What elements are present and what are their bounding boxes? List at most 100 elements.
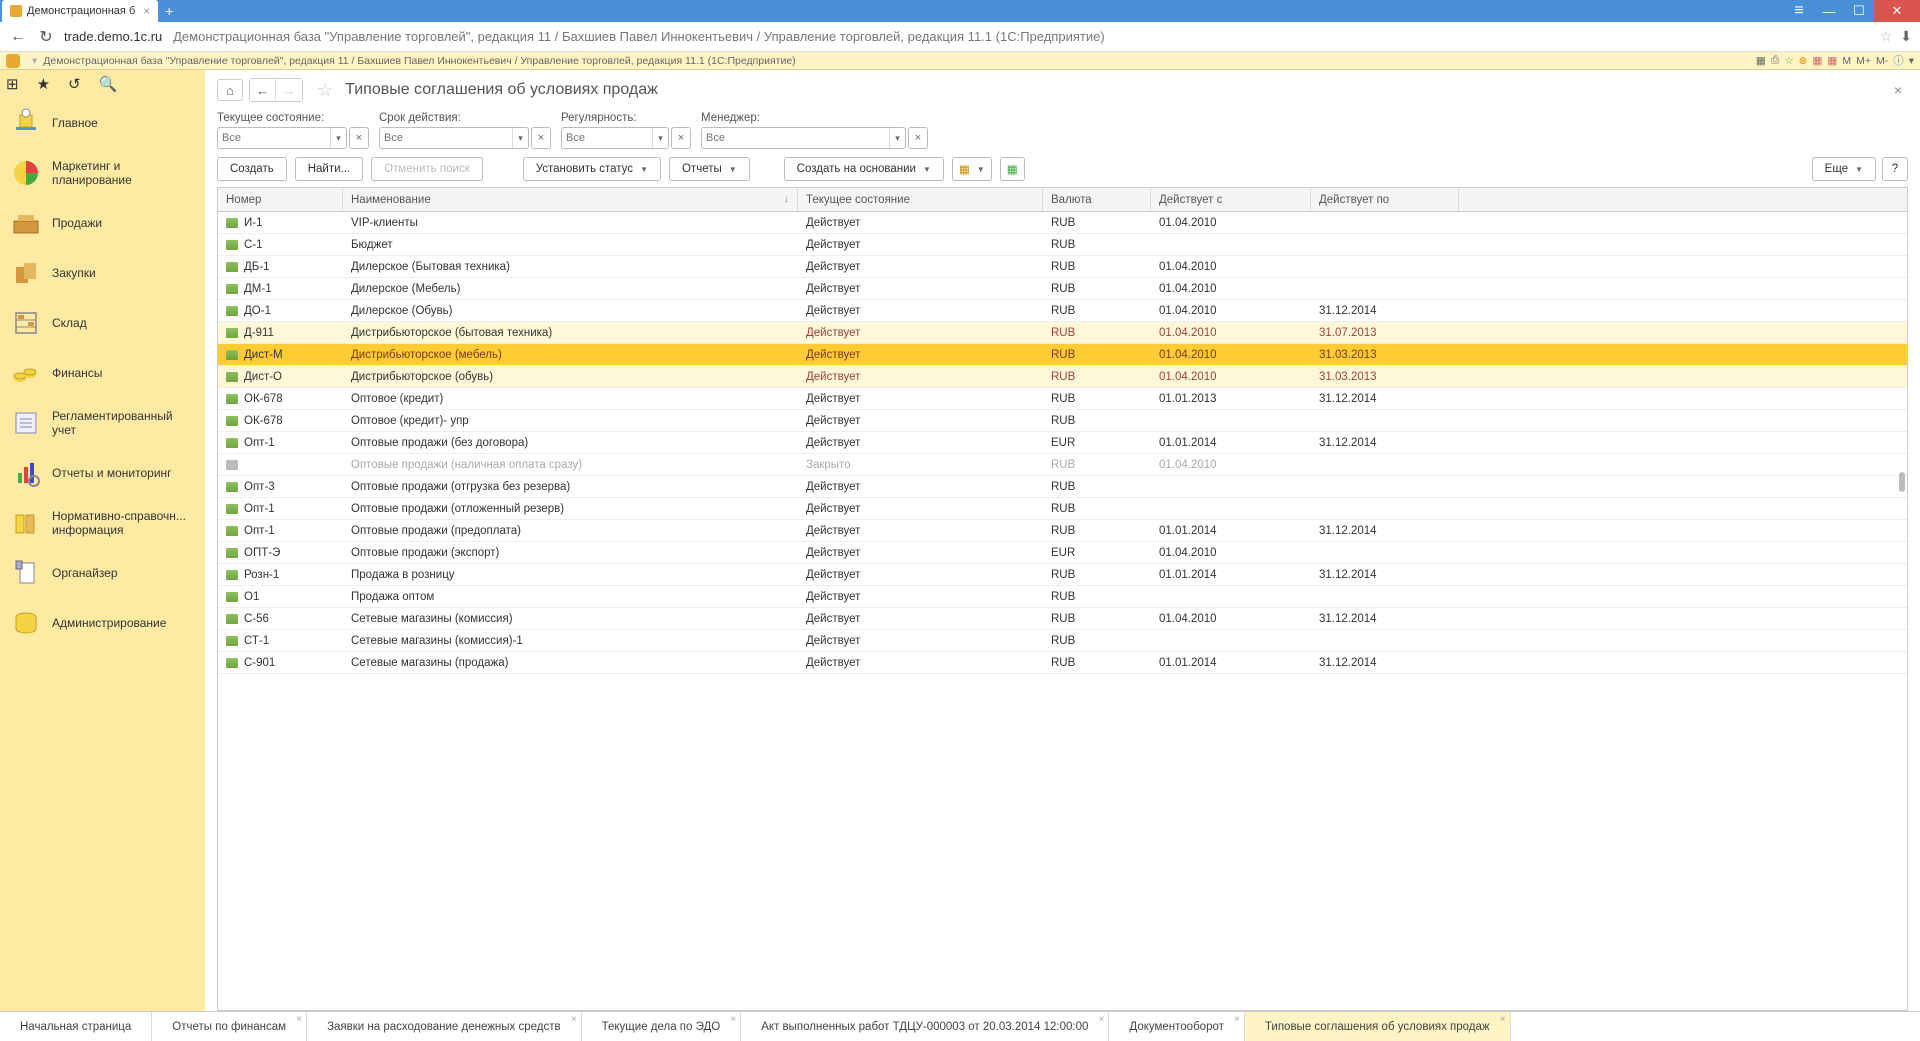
home-button[interactable]: ⌂: [217, 79, 243, 101]
close-tab-icon[interactable]: ×: [730, 1014, 736, 1025]
set-status-button[interactable]: Установить статус▼: [523, 157, 661, 181]
tool-icon-3[interactable]: ☆: [1784, 55, 1793, 67]
close-page-button[interactable]: ×: [1888, 82, 1908, 98]
table-row[interactable]: Опт-1Оптовые продажи (отложенный резерв)…: [218, 498, 1907, 520]
sidebar-item-7[interactable]: Отчеты и мониторинг: [0, 448, 205, 498]
filter-validity-clear[interactable]: ×: [531, 127, 551, 149]
nav-forward-button[interactable]: →: [276, 79, 302, 101]
info-icon[interactable]: ⓘ: [1893, 53, 1904, 68]
close-window-button[interactable]: ✕: [1874, 0, 1920, 22]
calc-m[interactable]: M: [1842, 55, 1851, 67]
tool-icon-2[interactable]: ⎙: [1771, 54, 1779, 67]
favorites-star-icon[interactable]: ★: [37, 75, 50, 93]
table-row[interactable]: О1Продажа оптомДействуетRUB: [218, 586, 1907, 608]
reports-button[interactable]: Отчеты▼: [669, 157, 750, 181]
apps-grid-icon[interactable]: ⊞: [6, 75, 19, 93]
app-dropdown-2-icon[interactable]: ▾: [1909, 55, 1914, 67]
url-input[interactable]: trade.demo.1c.ru Демонстрационная база "…: [64, 29, 1872, 44]
minimize-button[interactable]: —: [1814, 0, 1844, 22]
search-icon[interactable]: 🔍: [99, 75, 118, 93]
filter-validity-input[interactable]: [384, 132, 524, 144]
chevron-down-icon[interactable]: ▾: [652, 128, 668, 148]
table-row[interactable]: Дист-МДистрибьюторское (мебель)Действует…: [218, 344, 1907, 366]
filter-validity-select[interactable]: ▾: [379, 127, 529, 149]
calc-mplus[interactable]: M+: [1856, 55, 1871, 67]
close-tab-icon[interactable]: ×: [143, 4, 150, 18]
find-button[interactable]: Найти...: [295, 157, 363, 181]
download-icon[interactable]: ⬇: [1900, 28, 1912, 45]
sidebar-item-9[interactable]: Органайзер: [0, 548, 205, 598]
nav-back-button[interactable]: ←: [250, 79, 276, 101]
close-tab-icon[interactable]: ×: [571, 1014, 577, 1025]
create-button[interactable]: Создать: [217, 157, 287, 181]
col-number[interactable]: Номер: [218, 188, 343, 211]
sidebar-item-4[interactable]: Склад: [0, 298, 205, 348]
history-icon[interactable]: ↺: [68, 75, 81, 93]
col-state[interactable]: Текущее состояние: [798, 188, 1043, 211]
sidebar-item-1[interactable]: Маркетинг и планирование: [0, 148, 205, 198]
cancel-find-button[interactable]: Отменить поиск: [371, 157, 483, 181]
close-tab-icon[interactable]: ×: [1099, 1014, 1105, 1025]
filter-regularity-input[interactable]: [566, 132, 664, 144]
chevron-down-icon[interactable]: ▾: [330, 128, 346, 148]
back-button[interactable]: ←: [8, 27, 28, 47]
filter-state-clear[interactable]: ×: [349, 127, 369, 149]
sidebar-item-0[interactable]: Главное: [0, 98, 205, 148]
help-button[interactable]: ?: [1882, 157, 1908, 181]
table-row[interactable]: И-1VIP-клиентыДействуетRUB01.04.2010: [218, 212, 1907, 234]
table-row[interactable]: ДМ-1Дилерское (Мебель)ДействуетRUB01.04.…: [218, 278, 1907, 300]
bottom-tab-5[interactable]: Документооборот×: [1109, 1012, 1244, 1041]
col-currency[interactable]: Валюта: [1043, 188, 1151, 211]
filter-manager-select[interactable]: ▾: [701, 127, 906, 149]
table-row[interactable]: ОПТ-ЭОптовые продажи (экспорт)ДействуетE…: [218, 542, 1907, 564]
sidebar-item-10[interactable]: Администрирование: [0, 598, 205, 648]
favorite-page-icon[interactable]: ☆: [317, 80, 333, 101]
table-row[interactable]: Розн-1Продажа в розницуДействуетRUB01.01…: [218, 564, 1907, 586]
sidebar-item-6[interactable]: Регламентированный учет: [0, 398, 205, 448]
table-row[interactable]: Опт-1Оптовые продажи (без договора)Дейст…: [218, 432, 1907, 454]
scrollbar-thumb[interactable]: [1899, 472, 1905, 492]
table-row[interactable]: С-901Сетевые магазины (продажа)Действует…: [218, 652, 1907, 674]
table-row[interactable]: ОК-678Оптовое (кредит)ДействуетRUB01.01.…: [218, 388, 1907, 410]
close-tab-icon[interactable]: ×: [1234, 1014, 1240, 1025]
table-row[interactable]: Д-911Дистрибьюторское (бытовая техника)Д…: [218, 322, 1907, 344]
app-dropdown-icon[interactable]: ▾: [32, 55, 37, 67]
table-row[interactable]: С-56Сетевые магазины (комиссия)Действует…: [218, 608, 1907, 630]
bottom-tab-4[interactable]: Акт выполненных работ ТДЦУ-000003 от 20.…: [741, 1012, 1109, 1041]
bottom-tab-6[interactable]: Типовые соглашения об условиях продаж×: [1245, 1012, 1511, 1041]
col-name[interactable]: Наименование: [343, 188, 798, 211]
sidebar-item-3[interactable]: Закупки: [0, 248, 205, 298]
browser-tab[interactable]: Демонстрационная б ×: [2, 0, 158, 22]
toolbar-icon-2[interactable]: ▦: [1000, 157, 1025, 181]
refresh-button[interactable]: ↻: [36, 27, 56, 47]
col-from[interactable]: Действует с: [1151, 188, 1311, 211]
filter-state-select[interactable]: ▾: [217, 127, 347, 149]
table-row[interactable]: ДО-1Дилерское (Обувь)ДействуетRUB01.04.2…: [218, 300, 1907, 322]
calc-mminus[interactable]: M-: [1876, 55, 1888, 67]
close-tab-icon[interactable]: ×: [296, 1014, 302, 1025]
tool-icon-1[interactable]: ▦: [1756, 55, 1766, 67]
tool-icon-5[interactable]: ▦: [1812, 55, 1822, 67]
sidebar-item-5[interactable]: Финансы: [0, 348, 205, 398]
table-row[interactable]: Дист-ОДистрибьюторское (обувь)ДействуетR…: [218, 366, 1907, 388]
create-based-button[interactable]: Создать на основании▼: [784, 157, 944, 181]
chevron-down-icon[interactable]: ▾: [889, 128, 905, 148]
bottom-tab-2[interactable]: Заявки на расходование денежных средств×: [307, 1012, 582, 1041]
toolbar-icon-1[interactable]: ▦▼: [952, 157, 992, 181]
table-row[interactable]: ОК-678Оптовое (кредит)- упрДействуетRUB: [218, 410, 1907, 432]
sidebar-item-8[interactable]: Нормативно-справочн... информация: [0, 498, 205, 548]
bottom-tab-3[interactable]: Текущие дела по ЭДО×: [582, 1012, 742, 1041]
table-row[interactable]: Оптовые продажи (наличная оплата сразу)З…: [218, 454, 1907, 476]
table-row[interactable]: Опт-3Оптовые продажи (отгрузка без резер…: [218, 476, 1907, 498]
chevron-down-icon[interactable]: ▾: [512, 128, 528, 148]
browser-menu-icon[interactable]: ≡: [1784, 0, 1814, 22]
table-row[interactable]: С-1БюджетДействуетRUB: [218, 234, 1907, 256]
table-row[interactable]: ДБ-1Дилерское (Бытовая техника)Действует…: [218, 256, 1907, 278]
new-tab-button[interactable]: +: [158, 0, 180, 22]
maximize-button[interactable]: ☐: [1844, 0, 1874, 22]
sidebar-item-2[interactable]: Продажи: [0, 198, 205, 248]
filter-manager-input[interactable]: [706, 132, 901, 144]
tool-icon-4[interactable]: ⊛: [1799, 55, 1808, 67]
tool-icon-6[interactable]: ▦: [1827, 55, 1837, 67]
col-to[interactable]: Действует по: [1311, 188, 1459, 211]
